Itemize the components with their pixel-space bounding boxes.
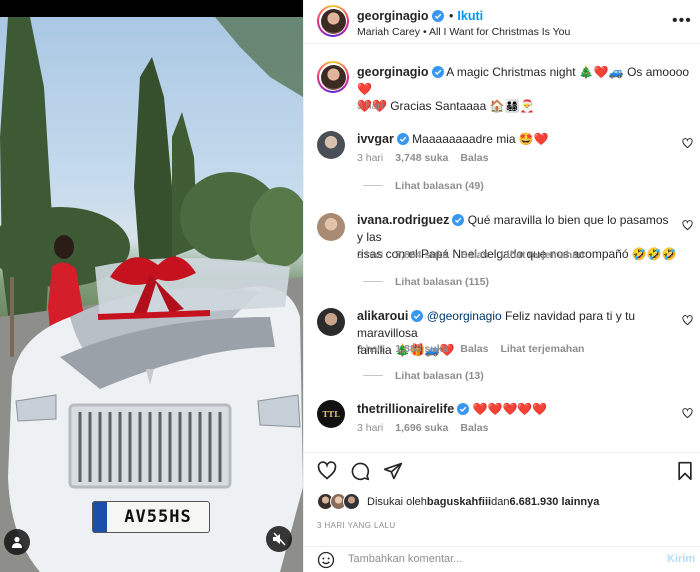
author-username[interactable]: georginagio	[357, 9, 444, 23]
comment-mention[interactable]: @georginagio	[427, 309, 502, 323]
comment-time[interactable]: 3 hari	[357, 249, 383, 261]
verified-badge-icon	[396, 133, 409, 145]
view-replies-button[interactable]: Lihat balasan (115)	[363, 276, 489, 288]
reply-button[interactable]: Balas	[460, 343, 488, 355]
comment-avatar[interactable]	[317, 131, 345, 159]
see-translation-button[interactable]: Lihat terjemahan	[500, 249, 584, 261]
caption-username[interactable]: georginagio	[357, 65, 429, 79]
like-comment-heart-icon[interactable]	[682, 408, 693, 419]
post-actions: Disukai oleh baguskahfiii dan 6.681.930 …	[304, 452, 700, 546]
comment-item: ivvgar Maaaaaaaadre mia 🤩❤️ 3 hari 3,748 …	[304, 128, 700, 198]
author-avatar[interactable]	[317, 5, 349, 37]
follow-button[interactable]: • Ikuti	[449, 9, 483, 23]
reply-button[interactable]: Balas	[460, 152, 488, 164]
tagged-users-button[interactable]	[4, 529, 30, 555]
save-bookmark-icon[interactable]	[676, 461, 694, 481]
comment-avatar[interactable]	[317, 213, 345, 241]
comment-avatar[interactable]: TTL	[317, 400, 345, 428]
mute-button[interactable]	[266, 526, 292, 552]
comment-body: ❤️❤️❤️❤️❤️	[469, 402, 548, 416]
like-comment-heart-icon[interactable]	[682, 138, 693, 149]
comment-bubble-icon[interactable]	[350, 461, 370, 481]
caption-avatar[interactable]	[317, 61, 349, 93]
instagram-post-modal: AV55HS georginagio • Ikuti Mariah Carey …	[0, 0, 700, 572]
more-options-button[interactable]: •••	[672, 12, 692, 30]
post-details-panel: georginagio • Ikuti Mariah Carey • All I …	[303, 0, 700, 572]
comment-time[interactable]: 3 hari	[357, 343, 383, 355]
speaker-muted-icon	[273, 532, 286, 546]
liked-by: Disukai oleh baguskahfiii dan 6.681.930 …	[317, 493, 599, 511]
comment-likes[interactable]: 3,748 suka	[395, 152, 448, 164]
liked-by-user[interactable]: baguskahfiii	[427, 496, 491, 508]
verified-badge-icon	[411, 310, 424, 322]
caption-text: georginagio A magic Christmas night 🎄❤️🚙…	[357, 64, 697, 115]
verified-badge-icon	[431, 10, 444, 22]
liker-avatar[interactable]	[343, 493, 360, 510]
license-plate-text: AV55HS	[124, 507, 192, 527]
post-comment-button[interactable]: Kirim	[667, 553, 695, 565]
comment-meta: 3 hari 7,864 suka Balas Lihat terjemahan	[357, 249, 596, 261]
liked-by-prefix: Disukai oleh	[367, 496, 427, 508]
comment-item: ivana.rodriguez Qué maravilla lo bien qu…	[304, 210, 700, 294]
reply-button[interactable]: Balas	[460, 249, 488, 261]
post-caption: georginagio A magic Christmas night 🎄❤️🚙…	[304, 57, 700, 117]
comment-username[interactable]: thetrillionairelife	[357, 402, 454, 416]
comment-likes[interactable]: 1,696 suka	[395, 422, 448, 434]
comment-username[interactable]: ivvgar	[357, 132, 394, 146]
emoji-icon[interactable]	[317, 551, 335, 569]
comment-input[interactable]	[348, 553, 648, 565]
verified-badge-icon	[431, 66, 444, 78]
view-replies-button[interactable]: Lihat balasan (49)	[363, 180, 484, 192]
comment-username[interactable]: ivana.rodriguez	[357, 213, 449, 227]
caption-meta: 3 hari	[357, 100, 395, 112]
follow-label[interactable]: Ikuti	[457, 9, 483, 23]
comment-username[interactable]: alikaroui	[357, 309, 408, 323]
like-comment-heart-icon[interactable]	[682, 315, 693, 326]
video-frame[interactable]: AV55HS	[0, 17, 303, 572]
comment-text: ivvgar Maaaaaaaadre mia 🤩❤️	[357, 131, 549, 148]
reply-button[interactable]: Balas	[460, 422, 488, 434]
author-username-text[interactable]: georginagio	[357, 9, 429, 23]
verified-badge-icon	[452, 214, 465, 226]
likes-count[interactable]: 6.681.930 lainnya	[509, 496, 599, 508]
view-replies-button[interactable]: Lihat balasan (13)	[363, 370, 484, 382]
comment-avatar[interactable]	[317, 308, 345, 336]
comment-body: Maaaaaaaadre mia 🤩❤️	[408, 132, 549, 146]
user-icon	[12, 536, 22, 548]
video-scene	[0, 17, 303, 572]
comment-time[interactable]: 3 hari	[357, 422, 383, 434]
separator-dot: •	[449, 9, 454, 23]
verified-badge-icon	[457, 403, 470, 415]
comment-text: thetrillionairelife ❤️❤️❤️❤️❤️	[357, 401, 547, 418]
comment-meta: 3 hari 1,888 suka Balas Lihat terjemahan	[357, 343, 596, 355]
post-header: georginagio • Ikuti Mariah Carey • All I …	[304, 0, 700, 44]
comment-meta: 3 hari 1,696 suka Balas	[357, 422, 500, 434]
comment-item: TTL thetrillionairelife ❤️❤️❤️❤️❤️ 3 har…	[304, 398, 700, 438]
caption-time[interactable]: 3 hari	[357, 100, 383, 112]
comment-likes[interactable]: 7,864 suka	[395, 249, 448, 261]
comment-time[interactable]: 3 hari	[357, 152, 383, 164]
see-translation-button[interactable]: Lihat terjemahan	[500, 343, 584, 355]
like-comment-heart-icon[interactable]	[682, 220, 693, 231]
audio-track-link[interactable]: Mariah Carey • All I Want for Christmas …	[357, 26, 570, 38]
share-send-icon[interactable]	[383, 461, 403, 481]
license-plate: AV55HS	[92, 501, 210, 533]
avatar-logo-text: TTL	[322, 409, 340, 419]
post-media[interactable]: AV55HS	[0, 0, 303, 572]
like-heart-icon[interactable]	[317, 461, 337, 481]
plate-eu-strip	[93, 502, 107, 532]
comment-likes[interactable]: 1,888 suka	[395, 343, 448, 355]
comment-meta: 3 hari 3,748 suka Balas	[357, 152, 500, 164]
liked-by-middle: dan	[491, 496, 510, 508]
likers-avatars	[317, 493, 367, 511]
post-date[interactable]: 3 HARI YANG LALU	[317, 521, 396, 530]
comment-item: alikaroui @georginagio Feliz navidad par…	[304, 306, 700, 390]
comment-composer: Kirim	[304, 546, 700, 572]
